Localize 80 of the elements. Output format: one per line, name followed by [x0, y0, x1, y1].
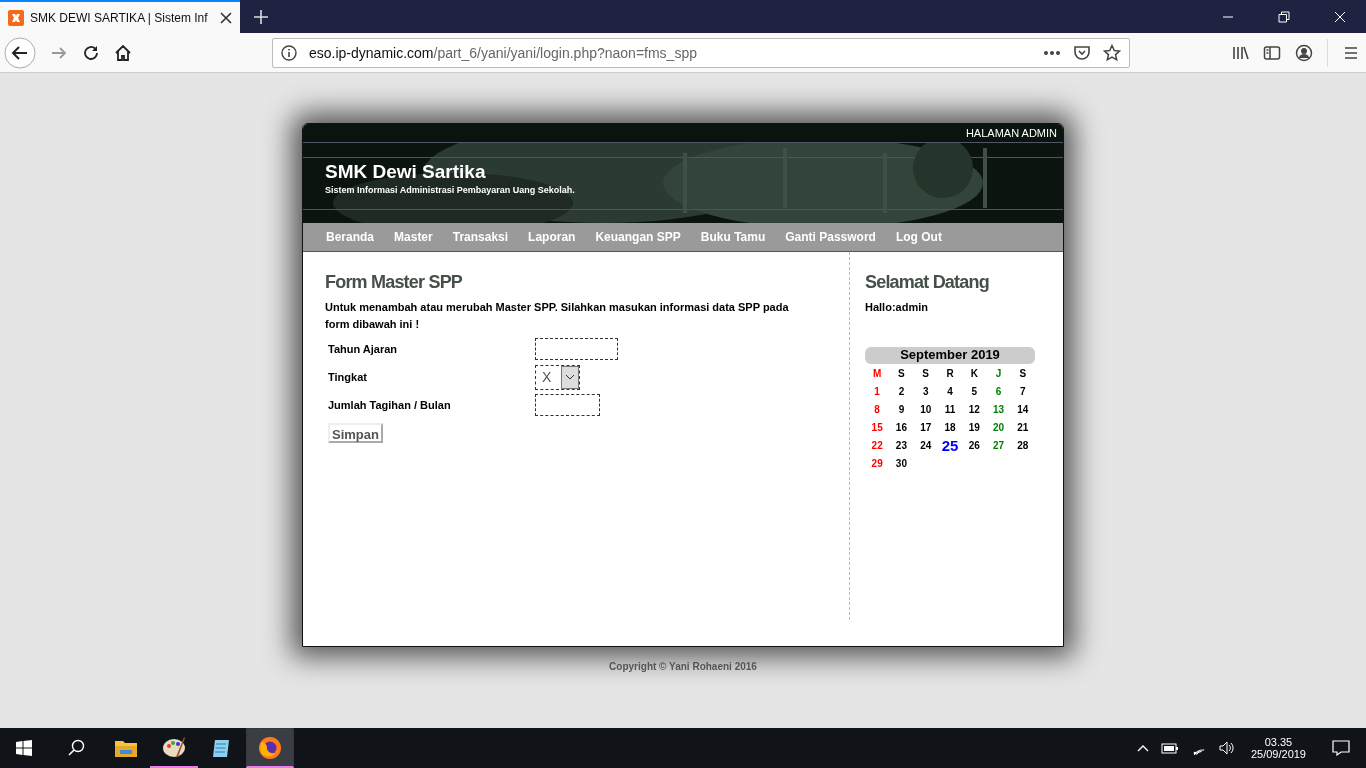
calendar-day[interactable]: 24	[913, 439, 938, 453]
chevron-down-icon	[565, 374, 575, 380]
field-label: Jumlah Tagihan / Bulan	[328, 399, 452, 411]
greeting-text: Hallo:admin	[865, 301, 929, 313]
weekday-label: R	[945, 367, 955, 381]
reload-icon[interactable]	[82, 43, 100, 62]
input-field[interactable]	[535, 394, 600, 416]
calendar-day[interactable]: 27	[986, 439, 1011, 453]
restore-icon[interactable]	[1278, 10, 1290, 23]
calendar-day[interactable]: 23	[889, 439, 914, 453]
notification-icon[interactable]	[1332, 740, 1350, 756]
new-tab-icon[interactable]	[254, 9, 268, 24]
field-label: Tingkat	[328, 371, 368, 383]
input-field[interactable]	[535, 338, 618, 360]
account-icon[interactable]	[1295, 43, 1313, 62]
weekday-label: K	[969, 367, 979, 381]
home-icon[interactable]	[114, 43, 132, 62]
firefox-icon	[258, 735, 282, 760]
calendar-day[interactable]: 3	[913, 385, 938, 399]
weekday-label: M	[871, 367, 883, 381]
calendar-day[interactable]: 18	[937, 421, 963, 435]
browser-tab[interactable]: SMK DEWI SARTIKA | Sistem Inf	[0, 0, 240, 33]
calendar-day[interactable]: 21	[1010, 421, 1035, 435]
calendar-day[interactable]: 30	[889, 457, 914, 471]
weekday-label: S	[1018, 367, 1028, 381]
calendar-day[interactable]: 11	[937, 403, 963, 417]
calendar-day[interactable]: 5	[962, 385, 987, 399]
calendar-day[interactable]: 9	[889, 403, 914, 417]
calendar-day[interactable]: 13	[986, 403, 1011, 417]
more-icon[interactable]	[1043, 49, 1061, 56]
calendar-day[interactable]: 19	[962, 421, 987, 435]
calendar-day[interactable]: 15	[865, 421, 890, 435]
calendar-day[interactable]: 6	[986, 385, 1011, 399]
taskbar-clock[interactable]: 03.35 25/09/2019	[1250, 736, 1306, 760]
calendar-day[interactable]: 2	[889, 385, 914, 399]
calendar-month: September 2019	[865, 347, 1035, 364]
copyright-text: Copyright © Yani Rohaeni 2016	[609, 661, 757, 672]
calendar-day[interactable]: 8	[865, 403, 890, 417]
calendar-day[interactable]: 20	[986, 421, 1011, 435]
calendar-day[interactable]: 10	[913, 403, 938, 417]
windows-start-icon[interactable]	[16, 740, 32, 756]
weekday-label: S	[921, 367, 931, 381]
field-label: Tahun Ajaran	[328, 343, 399, 355]
app-logo-icon	[8, 9, 24, 26]
folder-icon	[114, 738, 138, 758]
battery-icon[interactable]	[1160, 742, 1179, 754]
select-field[interactable]: X	[535, 364, 580, 390]
sidebar-icon[interactable]	[1263, 43, 1281, 62]
site-title: SMK Dewi Sartika	[325, 161, 487, 183]
chevron-up-icon[interactable]	[1136, 744, 1149, 752]
calendar-day[interactable]: 7	[1010, 385, 1035, 399]
pocket-icon[interactable]	[1073, 43, 1091, 62]
admin-label: HALAMAN ADMIN	[965, 127, 1057, 139]
taskbar-app[interactable]	[246, 728, 294, 768]
site-subtitle: Sistem Informasi Administrasi Pembayaran Uang Sekolah.	[325, 185, 576, 195]
calendar-day[interactable]: 16	[889, 421, 914, 435]
calendar-day[interactable]: 14	[1010, 403, 1035, 417]
calendar-day[interactable]: 4	[937, 385, 963, 399]
form-description: Untuk menambah atau merubah Master SPP. Silahkan masukan informasi data SPP pada form dibawah ini !	[325, 300, 790, 332]
calendar-day[interactable]: 29	[865, 457, 890, 471]
calendar-day[interactable]: 17	[913, 421, 938, 435]
close-icon[interactable]	[220, 11, 232, 24]
weekday-label: S	[897, 367, 906, 381]
volume-icon[interactable]	[1218, 741, 1235, 755]
calendar-day[interactable]: 28	[1010, 439, 1035, 453]
calendar-day[interactable]: 1	[865, 385, 890, 399]
sidebar-title: Selamat Datang	[865, 272, 990, 293]
palette-icon	[162, 735, 186, 759]
calendar-day[interactable]: 26	[962, 439, 987, 453]
calendar-day[interactable]: 25	[937, 439, 963, 453]
star-icon[interactable]	[1103, 43, 1121, 62]
back-icon[interactable]	[4, 36, 36, 69]
form-title: Form Master SPP	[325, 272, 464, 293]
calendar-day[interactable]: 12	[962, 403, 987, 417]
save-button[interactable]: Simpan	[328, 423, 383, 443]
weekday-label: J	[994, 367, 1003, 381]
address-bar[interactable]: eso.ip-dynamic.com/part_6/yani/yani/login.php?naon=fms_spp	[272, 37, 1130, 68]
calendar-day[interactable]: 22	[865, 439, 890, 453]
search-icon[interactable]	[68, 739, 86, 757]
info-icon	[281, 44, 297, 61]
